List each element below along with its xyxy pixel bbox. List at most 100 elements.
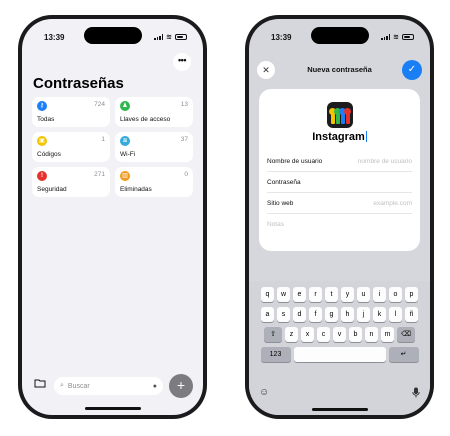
key[interactable]: r: [309, 287, 322, 302]
keyboard-row-2: a s d f g h j k l ñ: [252, 307, 427, 322]
key[interactable]: m: [381, 327, 394, 342]
key[interactable]: a: [261, 307, 274, 322]
key[interactable]: q: [261, 287, 274, 302]
tile-count: 0: [184, 171, 188, 178]
sheet-header: ✕ Nueva contraseña ✓: [249, 59, 430, 87]
shift-key[interactable]: ⇧: [264, 327, 282, 342]
status-icons: ≋: [154, 33, 187, 41]
home-indicator: [311, 408, 368, 411]
notes-placeholder: Notas: [267, 221, 284, 228]
keyboard-row-4: 123 ↵: [252, 347, 427, 362]
key[interactable]: n: [365, 327, 378, 342]
website-field[interactable]: Sitio web example.com: [267, 193, 412, 214]
more-options-button[interactable]: •••: [173, 53, 191, 71]
emoji-icon[interactable]: ☺: [259, 387, 269, 401]
field-list: Nombre de usuario nombre de usuario Cont…: [267, 151, 412, 235]
tile-count: 724: [94, 101, 105, 108]
tile-llaves-de-acceso[interactable]: ♟ 13 Llaves de acceso: [115, 97, 193, 127]
numbers-key[interactable]: 123: [260, 347, 291, 362]
tile-eliminadas[interactable]: ▥ 0 Eliminadas: [115, 167, 193, 197]
key[interactable]: f: [309, 307, 322, 322]
trash-icon: ▥: [120, 171, 130, 181]
password-field[interactable]: Contraseña: [267, 172, 412, 193]
delete-key[interactable]: ⌫: [397, 327, 415, 342]
title-input[interactable]: Instagram: [259, 131, 420, 143]
notes-field[interactable]: Notas: [267, 214, 412, 235]
keyboard-row-3: ⇧ z x c v b n m ⌫: [252, 327, 427, 342]
key[interactable]: l: [389, 307, 402, 322]
status-time: 13:39: [271, 32, 292, 42]
microphone-icon[interactable]: ●: [153, 383, 157, 390]
space-key[interactable]: [293, 347, 386, 362]
return-key[interactable]: ↵: [388, 347, 419, 362]
tile-count: 13: [180, 101, 188, 108]
key[interactable]: g: [325, 307, 338, 322]
passwords-app-icon: [326, 102, 353, 128]
key[interactable]: d: [293, 307, 306, 322]
key[interactable]: t: [325, 287, 338, 302]
key[interactable]: c: [317, 327, 330, 342]
field-label: Sitio web: [267, 199, 294, 207]
key[interactable]: i: [373, 287, 386, 302]
key[interactable]: p: [405, 287, 418, 302]
folder-icon: [34, 379, 46, 388]
dynamic-island: [83, 27, 142, 44]
key-icon: ⚷: [37, 101, 47, 111]
tile-label: Seguridad: [37, 186, 67, 193]
tile-seguridad[interactable]: ! 271 Seguridad: [32, 167, 110, 197]
tile-label: Eliminadas: [120, 186, 152, 193]
alert-icon: !: [37, 171, 47, 181]
key[interactable]: e: [293, 287, 306, 302]
key[interactable]: o: [389, 287, 402, 302]
phone-passwords-home: 13:39 ≋ ••• Contraseñas ⚷ 724 Todas ♟ 13…: [18, 15, 207, 419]
title-value: Instagram: [312, 131, 365, 143]
wifi-status-icon: ≋: [166, 34, 172, 41]
tile-count: 271: [94, 171, 105, 178]
key[interactable]: h: [341, 307, 354, 322]
key[interactable]: v: [333, 327, 346, 342]
field-placeholder: example.com: [373, 199, 412, 207]
key[interactable]: x: [301, 327, 314, 342]
category-grid: ⚷ 724 Todas ♟ 13 Llaves de acceso ▣ 1 Có…: [32, 97, 193, 197]
username-field[interactable]: Nombre de usuario nombre de usuario: [267, 151, 412, 172]
phone-new-password: 13:39 ≋ ✕ Nueva contraseña ✓ Instagram N…: [245, 15, 434, 419]
tile-wifi[interactable]: ≋ 37 Wi-Fi: [115, 132, 193, 162]
key[interactable]: k: [373, 307, 386, 322]
tile-count: 1: [101, 136, 105, 143]
key[interactable]: s: [277, 307, 290, 322]
status-time: 13:39: [44, 32, 65, 42]
key[interactable]: w: [277, 287, 290, 302]
key[interactable]: y: [341, 287, 354, 302]
page-title: Contraseñas: [33, 75, 124, 92]
dictation-icon[interactable]: [412, 387, 420, 401]
tile-label: Llaves de acceso: [120, 116, 171, 123]
key[interactable]: j: [357, 307, 370, 322]
signal-icon: [154, 34, 164, 40]
tile-label: Todas: [37, 116, 55, 123]
screen-new-password: 13:39 ≋ ✕ Nueva contraseña ✓ Instagram N…: [249, 19, 430, 415]
key[interactable]: u: [357, 287, 370, 302]
keyboard-row-1: q w e r t y u i o p: [252, 287, 427, 302]
home-indicator: [84, 407, 141, 410]
new-group-button[interactable]: [32, 378, 48, 394]
tile-todas[interactable]: ⚷ 724 Todas: [32, 97, 110, 127]
search-field[interactable]: ⌕ Buscar ●: [54, 377, 163, 395]
key[interactable]: b: [349, 327, 362, 342]
text-cursor: [365, 131, 367, 142]
search-placeholder: Buscar: [67, 382, 90, 390]
bottom-toolbar: ⌕ Buscar ● +: [32, 374, 193, 398]
key[interactable]: ñ: [405, 307, 418, 322]
battery-icon: [402, 34, 414, 40]
checkmark-icon: ✓: [407, 64, 417, 75]
key[interactable]: z: [285, 327, 298, 342]
dynamic-island: [310, 27, 369, 44]
field-placeholder: nombre de usuario: [357, 157, 412, 165]
field-label: Contraseña: [267, 178, 301, 186]
add-password-button[interactable]: +: [169, 374, 193, 398]
field-label: Nombre de usuario: [267, 157, 323, 165]
save-button[interactable]: ✓: [402, 60, 422, 80]
tile-label: Wi-Fi: [120, 151, 136, 158]
tile-codigos[interactable]: ▣ 1 Códigos: [32, 132, 110, 162]
screen-passwords-home: 13:39 ≋ ••• Contraseñas ⚷ 724 Todas ♟ 13…: [22, 19, 203, 415]
keyboard-accessory: ☺: [259, 387, 420, 401]
